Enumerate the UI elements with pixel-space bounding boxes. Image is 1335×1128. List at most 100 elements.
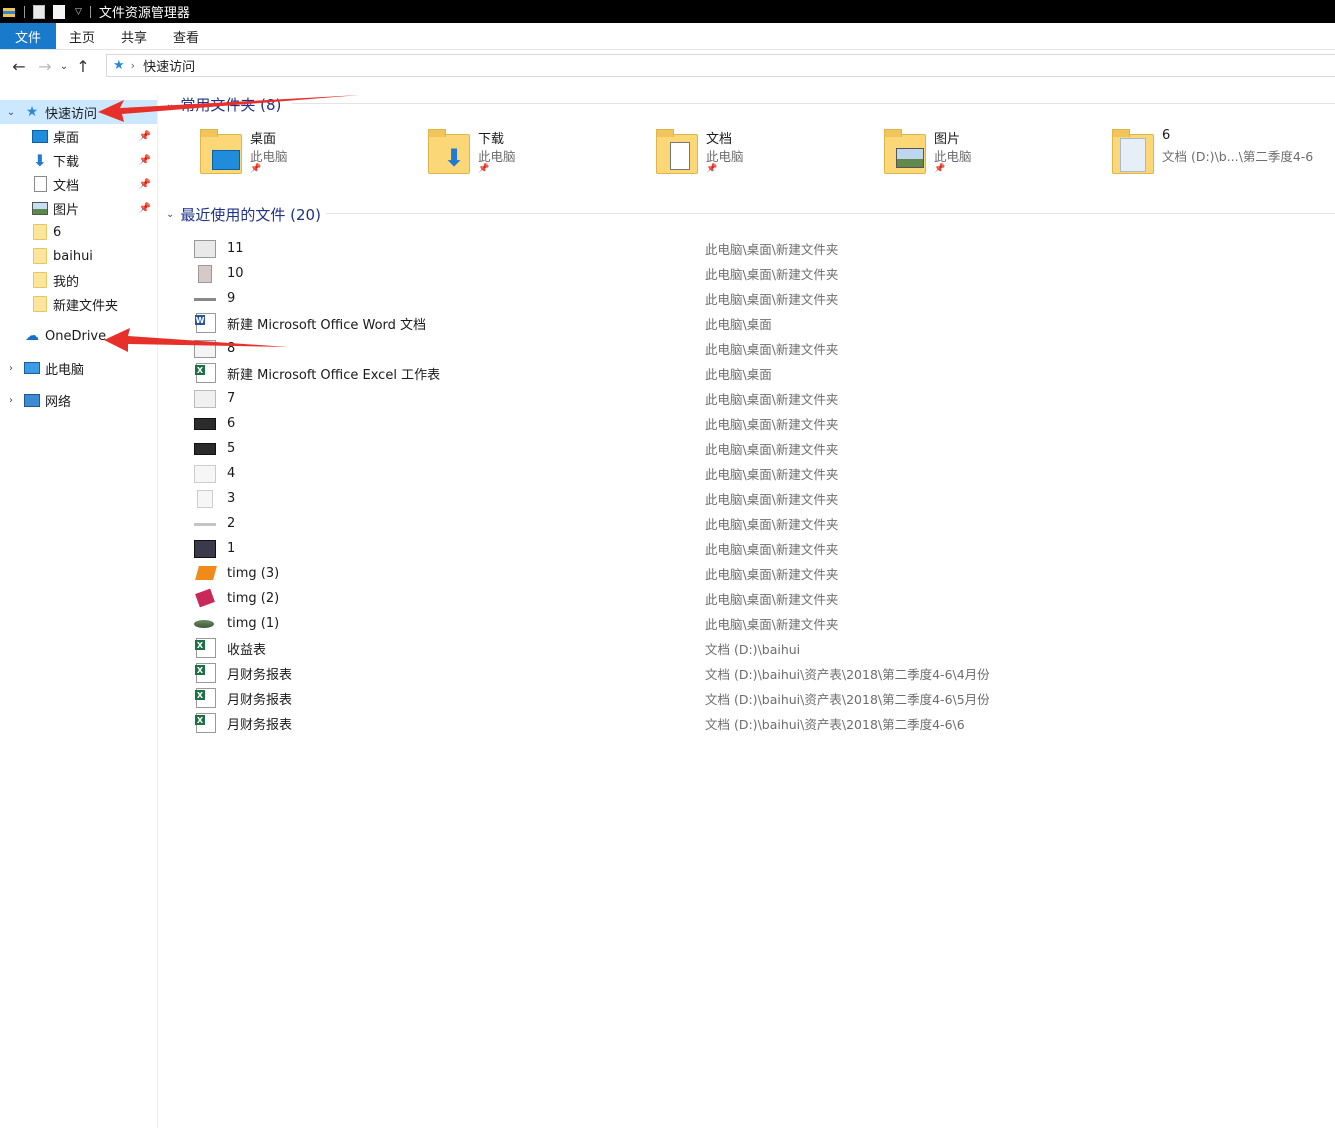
image-file-icon <box>194 620 214 628</box>
folder-icon <box>32 272 48 288</box>
list-item[interactable]: 8 此电脑\桌面\新建文件夹 <box>192 336 1322 361</box>
desktop-icon <box>32 128 48 144</box>
chevron-down-icon[interactable]: ⌄ <box>166 99 174 110</box>
chevron-right-icon[interactable]: › <box>131 59 135 72</box>
file-name: 新建 Microsoft Office Excel 工作表 <box>227 368 441 383</box>
arrow-left-icon: ← <box>12 56 26 76</box>
sidebar-item-label: baihui <box>53 248 93 264</box>
list-item[interactable]: 7 此电脑\桌面\新建文件夹 <box>192 386 1322 411</box>
list-item[interactable]: timg (3) 此电脑\桌面\新建文件夹 <box>192 561 1322 586</box>
frequent-folder-pictures[interactable]: 图片 此电脑 📌 <box>884 128 1104 184</box>
sidebar-item-documents[interactable]: 文档 📌 <box>0 172 157 196</box>
list-item[interactable]: 5 此电脑\桌面\新建文件夹 <box>192 436 1322 461</box>
sidebar-item-this-pc[interactable]: › 此电脑 <box>0 356 157 380</box>
network-icon <box>24 392 40 408</box>
file-name: timg (1) <box>227 616 280 631</box>
tab-view[interactable]: 查看 <box>160 23 212 49</box>
file-name: 7 <box>227 391 236 406</box>
desktop-icon <box>212 150 240 170</box>
title-bar: ▽ 文件资源管理器 <box>0 0 1335 23</box>
pin-icon: 📌 <box>934 164 946 174</box>
tab-home[interactable]: 主页 <box>56 23 108 49</box>
address-path[interactable]: 快速访问 <box>143 56 195 75</box>
pin-icon: 📌 <box>478 164 490 174</box>
new-folder-icon[interactable] <box>53 4 65 19</box>
tab-share[interactable]: 共享 <box>108 23 160 49</box>
file-location: 此电脑\桌面\新建文件夹 <box>705 542 839 557</box>
frequent-folder-6[interactable]: 6 文档 (D:)\b...\第二季度4-6 <box>1112 128 1335 184</box>
pin-icon: 📌 <box>138 154 151 166</box>
quick-access-toolbar: ▽ <box>0 0 99 23</box>
list-item[interactable]: timg (2) 此电脑\桌面\新建文件夹 <box>192 586 1322 611</box>
chevron-down-icon[interactable]: ⌄ <box>166 209 174 220</box>
file-name: 3 <box>227 491 236 506</box>
tile-location: 文档 (D:)\b...\第二季度4-6 <box>1162 149 1314 164</box>
list-item[interactable]: 10 此电脑\桌面\新建文件夹 <box>192 261 1322 286</box>
sidebar-item-onedrive[interactable]: ☁ OneDrive <box>0 324 157 348</box>
up-button[interactable]: ↑ <box>72 55 94 77</box>
sidebar-item-folder-mine[interactable]: 我的 <box>0 268 157 292</box>
sidebar-item-folder-baihui[interactable]: baihui <box>0 244 157 268</box>
file-location: 此电脑\桌面 <box>705 317 772 332</box>
frequent-folder-desktop[interactable]: 桌面 此电脑 📌 <box>200 128 420 184</box>
properties-icon[interactable] <box>33 4 45 19</box>
tile-name: 图片 <box>934 132 961 147</box>
file-name: 9 <box>227 291 236 306</box>
file-location: 此电脑\桌面\新建文件夹 <box>705 617 839 632</box>
sidebar-item-pictures[interactable]: 图片 📌 <box>0 196 157 220</box>
sidebar-item-quick-access[interactable]: ⌄ ★ 快速访问 <box>0 100 157 124</box>
forward-button[interactable]: → <box>34 55 56 77</box>
list-item[interactable]: 2 此电脑\桌面\新建文件夹 <box>192 511 1322 536</box>
list-item[interactable]: W 新建 Microsoft Office Word 文档 此电脑\桌面 <box>192 311 1322 336</box>
chevron-right-icon[interactable]: › <box>5 363 17 374</box>
recent-files-header[interactable]: ⌄ 最近使用的文件 (20) <box>166 203 321 225</box>
list-item[interactable]: X 月财务报表 文档 (D:)\baihui\资产表\2018\第二季度4-6\… <box>192 686 1322 711</box>
image-file-icon <box>194 340 216 358</box>
sidebar-item-folder-new[interactable]: 新建文件夹 <box>0 292 157 316</box>
sidebar-item-desktop[interactable]: 桌面 📌 <box>0 124 157 148</box>
image-file-icon <box>195 566 217 580</box>
sidebar-item-folder-6[interactable]: 6 <box>0 220 157 244</box>
tile-name: 6 <box>1162 128 1171 143</box>
file-location: 此电脑\桌面\新建文件夹 <box>705 267 839 282</box>
folder-icon <box>32 224 48 240</box>
list-item[interactable]: X 收益表 文档 (D:)\baihui <box>192 636 1322 661</box>
image-file-icon <box>194 443 216 455</box>
tab-file[interactable]: 文件 <box>0 23 56 49</box>
list-item[interactable]: 3 此电脑\桌面\新建文件夹 <box>192 486 1322 511</box>
toolbar-separator <box>24 5 25 18</box>
file-name: 8 <box>227 341 236 356</box>
explorer-app-icon[interactable] <box>2 5 16 19</box>
frequent-folders-header[interactable]: ⌄ 常用文件夹 (8) <box>166 93 281 115</box>
list-item[interactable]: X 月财务报表 文档 (D:)\baihui\资产表\2018\第二季度4-6\… <box>192 661 1322 686</box>
sidebar-item-label: 文档 <box>53 178 80 194</box>
navigation-bar: ← → ⌄ ↑ ★ › 快速访问 <box>0 50 1335 82</box>
customize-toolbar-chevron-icon[interactable]: ▽ <box>75 7 82 17</box>
sidebar-item-downloads[interactable]: ⬇ 下载 📌 <box>0 148 157 172</box>
excel-spreadsheet-icon: X <box>195 713 216 733</box>
chevron-right-icon[interactable]: › <box>5 395 17 406</box>
sidebar-item-network[interactable]: › 网络 <box>0 388 157 412</box>
chevron-down-icon[interactable]: ⌄ <box>5 107 17 118</box>
back-button[interactable]: ← <box>8 55 30 77</box>
sidebar-item-label: 桌面 <box>53 130 80 146</box>
frequent-folder-documents[interactable]: 文档 此电脑 📌 <box>656 128 876 184</box>
list-item[interactable]: 9 此电脑\桌面\新建文件夹 <box>192 286 1322 311</box>
file-name: 月财务报表 <box>227 668 293 683</box>
list-item[interactable]: X 新建 Microsoft Office Excel 工作表 此电脑\桌面 <box>192 361 1322 386</box>
list-item[interactable]: 1 此电脑\桌面\新建文件夹 <box>192 536 1322 561</box>
ribbon-tabs: 文件 主页 共享 查看 <box>0 23 1335 49</box>
list-item[interactable]: 4 此电脑\桌面\新建文件夹 <box>192 461 1322 486</box>
pictures-icon <box>896 148 924 168</box>
frequent-folder-downloads[interactable]: ⬇ 下载 此电脑 📌 <box>428 128 648 184</box>
list-item[interactable]: timg (1) 此电脑\桌面\新建文件夹 <box>192 611 1322 636</box>
list-item[interactable]: X 月财务报表 文档 (D:)\baihui\资产表\2018\第二季度4-6\… <box>192 711 1322 736</box>
sidebar-item-label: 我的 <box>53 274 80 290</box>
image-file-icon <box>194 465 216 483</box>
list-item[interactable]: 6 此电脑\桌面\新建文件夹 <box>192 411 1322 436</box>
list-item[interactable]: 11 此电脑\桌面\新建文件夹 <box>192 236 1322 261</box>
address-bar[interactable]: ★ › 快速访问 <box>106 54 1335 77</box>
file-name: 5 <box>227 441 236 456</box>
recent-locations-button[interactable]: ⌄ <box>56 55 72 77</box>
excel-spreadsheet-icon: X <box>195 688 216 708</box>
